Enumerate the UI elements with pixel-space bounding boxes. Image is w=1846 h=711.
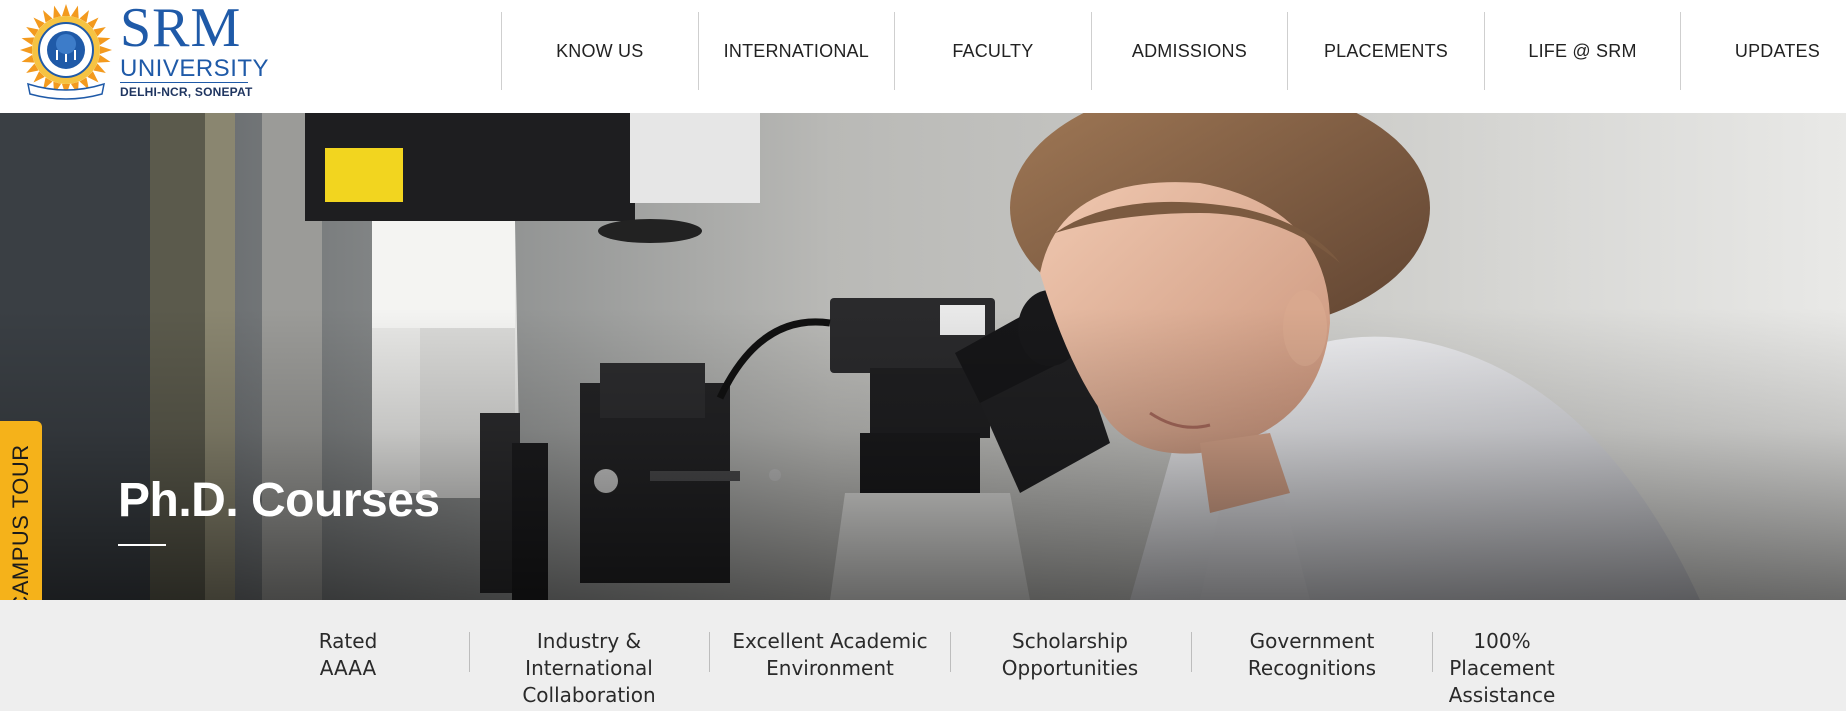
site-header: SRM UNIVERSITY DELHI-NCR, SONEPAT KNOW U… xyxy=(0,0,1846,113)
feature-line: AAAA xyxy=(319,656,377,680)
feature-line: Environment xyxy=(766,656,894,680)
feature-scholarship: Scholarship Opportunities xyxy=(980,628,1160,682)
feature-government-recognitions: Government Recognitions xyxy=(1222,628,1402,682)
feature-divider xyxy=(1191,632,1192,672)
feature-line: Scholarship xyxy=(1012,629,1128,653)
brand-subname: UNIVERSITY xyxy=(120,55,270,82)
feature-line: Opportunities xyxy=(1001,656,1139,680)
brand-location: DELHI-NCR, SONEPAT xyxy=(120,85,253,99)
title-underline xyxy=(118,544,166,546)
campus-tour-label: CAMPUS TOUR xyxy=(8,444,33,600)
nav-item-placements[interactable]: PLACEMENTS xyxy=(1287,12,1484,90)
nav-item-know-us[interactable]: KNOW US xyxy=(501,12,698,90)
nav-item-admissions[interactable]: ADMISSIONS xyxy=(1090,12,1288,90)
feature-line: Industry & xyxy=(536,629,642,653)
feature-divider xyxy=(469,632,470,672)
main-nav: KNOW US INTERNATIONAL FACULTY ADMISSIONS… xyxy=(501,12,1846,90)
feature-divider xyxy=(950,632,951,672)
features-strip: Rated AAAA Industry & International Coll… xyxy=(0,600,1846,711)
brand-wordmark: SRM UNIVERSITY DELHI-NCR, SONEPAT xyxy=(120,0,270,100)
feature-line: Recognitions xyxy=(1247,656,1377,680)
feature-line: Assistance xyxy=(1448,683,1556,707)
feature-line: Placement xyxy=(1449,656,1555,680)
nav-item-updates[interactable]: UPDATES xyxy=(1680,12,1846,90)
feature-placement: 100% Placement Assistance xyxy=(1440,628,1564,709)
nav-item-international[interactable]: INTERNATIONAL xyxy=(697,12,895,90)
brand-name: SRM xyxy=(120,0,242,59)
campus-tour-tab[interactable]: CAMPUS TOUR xyxy=(0,421,42,600)
feature-divider xyxy=(709,632,710,672)
feature-line: 100% xyxy=(1473,629,1531,653)
hero-banner: CAMPUS TOUR Ph.D. Courses xyxy=(0,113,1846,600)
feature-line: Collaboration xyxy=(522,683,656,707)
feature-academic-environment: Excellent Academic Environment xyxy=(725,628,935,682)
university-logo[interactable]: SRM UNIVERSITY DELHI-NCR, SONEPAT xyxy=(18,0,269,100)
sun-seal-icon xyxy=(20,4,112,100)
page-title: Ph.D. Courses xyxy=(118,474,440,527)
feature-divider xyxy=(1432,632,1433,672)
feature-line: Rated xyxy=(318,629,378,653)
nav-item-faculty[interactable]: FACULTY xyxy=(894,12,1091,90)
feature-line: Government xyxy=(1249,629,1375,653)
feature-collaboration: Industry & International Collaboration xyxy=(499,628,679,709)
feature-line: International xyxy=(525,656,653,680)
feature-line: Excellent Academic xyxy=(732,629,928,653)
nav-item-life-at-srm[interactable]: LIFE @ SRM xyxy=(1483,12,1681,90)
brand-divider xyxy=(120,82,248,83)
feature-rating: Rated AAAA xyxy=(290,628,406,682)
